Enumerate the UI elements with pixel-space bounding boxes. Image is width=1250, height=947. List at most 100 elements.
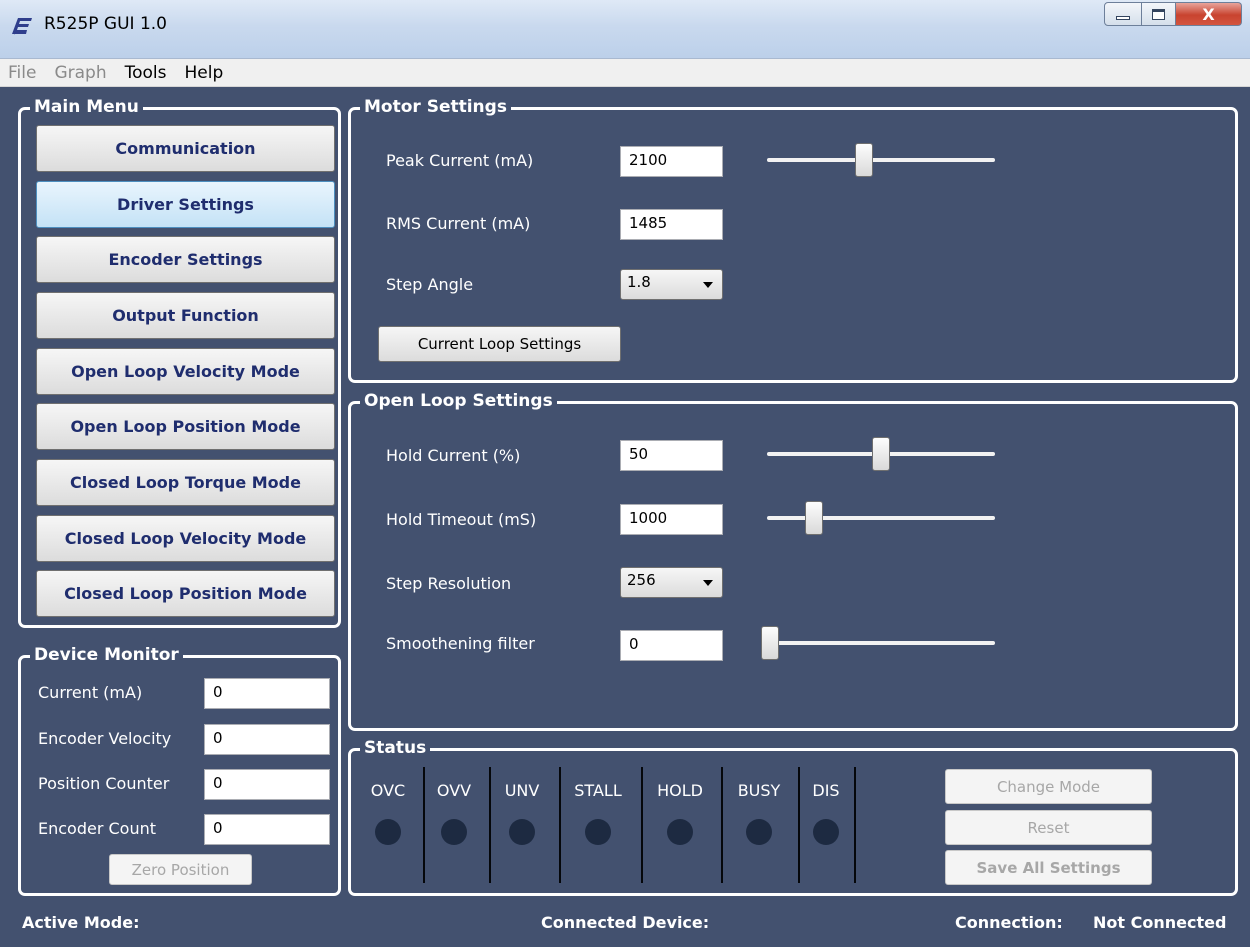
connection-label: Connection: xyxy=(955,913,1063,932)
current-ma-label: Current (mA) xyxy=(38,683,143,702)
rms-current-field[interactable]: 1485 xyxy=(620,209,723,240)
save-all-settings-button[interactable]: Save All Settings xyxy=(945,850,1152,885)
close-icon: X xyxy=(1202,4,1215,24)
active-mode-label: Active Mode: xyxy=(22,913,140,932)
zero-position-button[interactable]: Zero Position xyxy=(109,854,252,885)
encoder-count-label: Encoder Count xyxy=(38,819,157,838)
ovc-label: OVC xyxy=(370,781,406,800)
open-loop-velocity-mode-button[interactable]: Open Loop Velocity Mode xyxy=(36,348,335,395)
position-counter-label: Position Counter xyxy=(38,774,170,793)
hold-current-slider[interactable] xyxy=(767,437,995,471)
maximize-button[interactable] xyxy=(1142,2,1176,26)
closed-loop-velocity-mode-button[interactable]: Closed Loop Velocity Mode xyxy=(36,515,335,562)
step-angle-value: 1.8 xyxy=(627,273,651,291)
open-loop-settings-group: Open Loop Settings Hold Current (%) 50 H… xyxy=(348,391,1238,731)
peak-current-label: Peak Current (mA) xyxy=(386,151,534,170)
step-angle-select[interactable]: 1.8 xyxy=(620,269,723,300)
peak-current-field[interactable]: 2100 xyxy=(620,146,723,177)
encoder-velocity-label: Encoder Velocity xyxy=(38,729,172,748)
driver-settings-button[interactable]: Driver Settings xyxy=(36,181,335,228)
hold-label: HOLD xyxy=(657,781,703,800)
status-divider xyxy=(798,767,800,883)
ovv-led xyxy=(441,819,467,845)
output-function-button[interactable]: Output Function xyxy=(36,292,335,339)
status-unv: UNV xyxy=(495,781,549,909)
dis-led xyxy=(813,819,839,845)
reset-button[interactable]: Reset xyxy=(945,810,1152,845)
step-resolution-value: 256 xyxy=(627,571,656,589)
motor-settings-title: Motor Settings xyxy=(360,97,511,117)
status-divider xyxy=(423,767,425,883)
status-divider xyxy=(559,767,561,883)
device-monitor-group: Device Monitor Current (mA) 0 Encoder Ve… xyxy=(18,645,341,896)
busy-label: BUSY xyxy=(737,781,781,800)
status-ovv: OVV xyxy=(429,781,479,909)
smoothening-filter-slider-thumb[interactable] xyxy=(761,626,779,660)
main-menu-title: Main Menu xyxy=(30,97,143,117)
current-ma-field[interactable]: 0 xyxy=(204,678,330,709)
close-button[interactable]: X xyxy=(1176,2,1242,26)
motor-settings-group: Motor Settings Peak Current (mA) 2100 RM… xyxy=(348,97,1238,383)
menu-graph[interactable]: Graph xyxy=(54,63,106,83)
stall-label: STALL xyxy=(574,781,622,800)
hold-current-label: Hold Current (%) xyxy=(386,446,521,465)
hold-current-slider-thumb[interactable] xyxy=(872,437,890,471)
rms-current-label: RMS Current (mA) xyxy=(386,214,531,233)
hold-timeout-label: Hold Timeout (mS) xyxy=(386,510,537,529)
hold-timeout-slider[interactable] xyxy=(767,501,995,535)
menu-help[interactable]: Help xyxy=(185,63,224,83)
closed-loop-position-mode-button[interactable]: Closed Loop Position Mode xyxy=(36,570,335,617)
menu-file[interactable]: File xyxy=(8,63,36,83)
minimize-icon xyxy=(1116,16,1130,20)
position-counter-field[interactable]: 0 xyxy=(204,769,330,800)
communication-button[interactable]: Communication xyxy=(36,125,335,172)
unv-led xyxy=(509,819,535,845)
main-menu-group: Main Menu Communication Driver Settings … xyxy=(18,97,341,628)
smoothening-filter-slider[interactable] xyxy=(761,626,995,660)
title-bar: R525P GUI 1.0 X xyxy=(0,0,1250,59)
status-hold: HOLD xyxy=(645,781,715,909)
change-mode-button[interactable]: Change Mode xyxy=(945,769,1152,804)
ovc-led xyxy=(375,819,401,845)
hold-led xyxy=(667,819,693,845)
step-angle-label: Step Angle xyxy=(386,275,474,294)
closed-loop-torque-mode-button[interactable]: Closed Loop Torque Mode xyxy=(36,459,335,506)
encoder-velocity-field[interactable]: 0 xyxy=(204,724,330,755)
status-divider xyxy=(854,767,856,883)
smoothening-filter-field[interactable]: 0 xyxy=(620,630,723,661)
app-logo-icon xyxy=(12,18,32,35)
hold-timeout-field[interactable]: 1000 xyxy=(620,504,723,535)
dis-label: DIS xyxy=(812,781,840,800)
step-resolution-label: Step Resolution xyxy=(386,574,512,593)
open-loop-position-mode-button[interactable]: Open Loop Position Mode xyxy=(36,403,335,450)
status-group: Status OVC OVV UNV STALL HOLD BUSY DIS C… xyxy=(348,738,1238,896)
hold-timeout-slider-thumb[interactable] xyxy=(805,501,823,535)
smoothening-filter-label: Smoothening filter xyxy=(386,634,535,653)
current-loop-settings-button[interactable]: Current Loop Settings xyxy=(378,326,621,362)
status-busy: BUSY xyxy=(727,781,791,909)
menu-bar: File Graph Tools Help xyxy=(0,59,1250,87)
unv-label: UNV xyxy=(504,781,540,800)
status-dis: DIS xyxy=(802,781,850,909)
peak-current-slider[interactable] xyxy=(767,143,995,177)
window-title: R525P GUI 1.0 xyxy=(44,14,167,34)
status-divider xyxy=(721,767,723,883)
busy-led xyxy=(746,819,772,845)
status-title: Status xyxy=(360,738,431,758)
ovv-label: OVV xyxy=(436,781,472,800)
minimize-button[interactable] xyxy=(1104,2,1142,26)
hold-current-field[interactable]: 50 xyxy=(620,440,723,471)
connected-device-label: Connected Device: xyxy=(541,913,710,932)
chevron-down-icon xyxy=(703,580,713,586)
encoder-count-field[interactable]: 0 xyxy=(204,814,330,845)
menu-tools[interactable]: Tools xyxy=(125,63,167,83)
open-loop-settings-title: Open Loop Settings xyxy=(360,391,557,411)
step-resolution-select[interactable]: 256 xyxy=(620,567,723,598)
encoder-settings-button[interactable]: Encoder Settings xyxy=(36,236,335,283)
chevron-down-icon xyxy=(703,282,713,288)
maximize-icon xyxy=(1152,8,1165,20)
device-monitor-title: Device Monitor xyxy=(30,645,183,665)
status-ovc: OVC xyxy=(363,781,413,909)
connection-status-value: Not Connected xyxy=(1093,913,1227,932)
peak-current-slider-thumb[interactable] xyxy=(855,143,873,177)
